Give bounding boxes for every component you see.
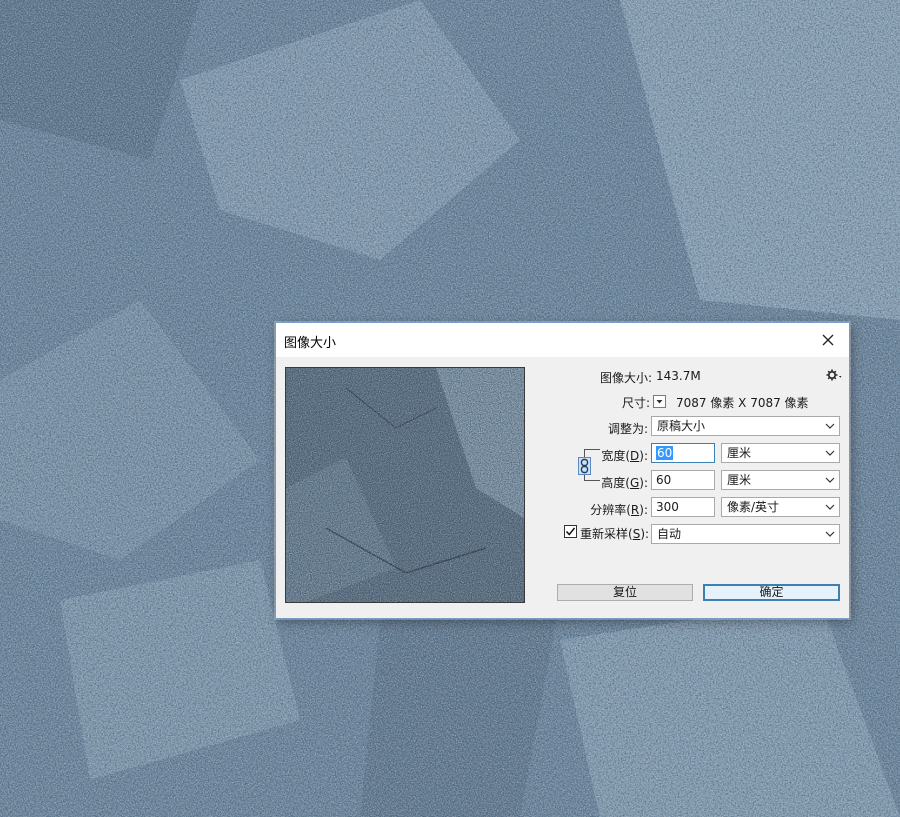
resample-method-select[interactable]: 自动 (651, 524, 840, 544)
resolution-unit: 像素/英寸 (727, 500, 780, 514)
chevron-down-icon (656, 400, 663, 404)
reset-button[interactable]: 复位 (557, 584, 693, 601)
resample-label: 重新采样(S): (580, 527, 650, 541)
chevron-down-icon (825, 477, 835, 483)
image-size-label: 图像大小: (599, 371, 652, 385)
gear-icon[interactable] (825, 368, 843, 382)
height-input[interactable]: 60 (651, 470, 715, 490)
dimensions-unit-dropdown[interactable] (653, 395, 666, 408)
dimensions-label: 尺寸: (621, 396, 650, 410)
chevron-down-icon (825, 504, 835, 510)
image-preview[interactable] (285, 367, 525, 603)
chain-link-icon (580, 458, 589, 474)
image-size-dialog: 图像大小 图像大小: 143.7M 尺寸: 7087 像素 X 7087 像素 … (275, 322, 850, 619)
resolution-label: 分辨率(R): (590, 503, 648, 517)
chevron-down-icon (825, 450, 835, 456)
dialog-title: 图像大小 (284, 336, 337, 351)
height-value: 60 (656, 473, 672, 487)
close-icon (822, 334, 834, 346)
close-button[interactable] (807, 323, 849, 357)
width-unit: 厘米 (727, 446, 752, 460)
fit-to-label: 调整为: (607, 422, 648, 436)
resolution-input[interactable]: 300 (651, 497, 715, 517)
chevron-down-icon (825, 531, 835, 537)
width-value: 60 (656, 446, 674, 460)
checkmark-icon (565, 527, 576, 536)
constrain-proportions-toggle[interactable] (578, 457, 591, 475)
width-input[interactable]: 60 (651, 443, 715, 463)
fit-to-select[interactable]: 原稿大小 (651, 416, 840, 436)
height-label: 高度(G): (601, 476, 648, 490)
title-bar[interactable]: 图像大小 (276, 323, 849, 357)
resample-value: 自动 (657, 527, 682, 541)
preview-texture (286, 368, 524, 602)
width-unit-select[interactable]: 厘米 (721, 443, 840, 463)
resolution-unit-select[interactable]: 像素/英寸 (721, 497, 840, 517)
dimensions-value: 7087 像素 X 7087 像素 (676, 396, 809, 410)
resolution-value: 300 (656, 500, 679, 514)
chevron-down-icon (825, 423, 835, 429)
image-size-value: 143.7M (656, 369, 701, 383)
ok-button[interactable]: 确定 (703, 584, 840, 601)
height-unit: 厘米 (727, 473, 752, 487)
resample-checkbox[interactable] (564, 525, 577, 538)
height-unit-select[interactable]: 厘米 (721, 470, 840, 490)
fit-to-value: 原稿大小 (657, 419, 706, 433)
